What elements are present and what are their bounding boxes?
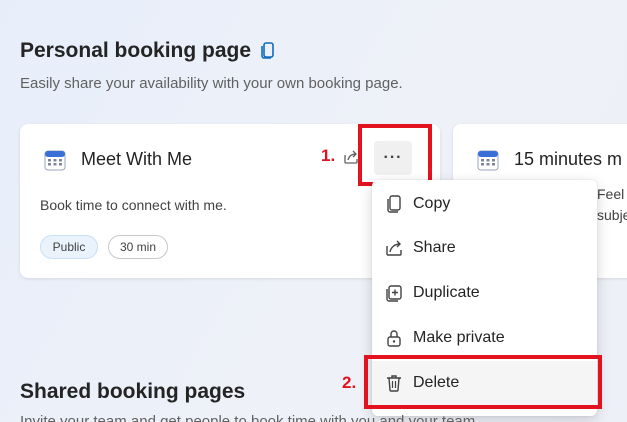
personal-section-title: Personal booking page bbox=[20, 39, 277, 63]
menu-item-label: Share bbox=[413, 239, 456, 256]
lock-icon bbox=[387, 330, 401, 347]
personal-title-text: Personal booking page bbox=[20, 39, 252, 62]
menu-item-make-private[interactable]: Make private bbox=[372, 316, 597, 360]
menu-item-share[interactable]: Share bbox=[372, 226, 597, 270]
menu-item-label: Make private bbox=[413, 329, 505, 346]
menu-item-label: Copy bbox=[413, 195, 451, 212]
shared-section-title: Shared booking pages bbox=[20, 380, 246, 403]
duplicate-icon bbox=[386, 285, 402, 302]
share-icon bbox=[386, 240, 402, 256]
card-description-line1: Feel bbox=[597, 186, 625, 202]
card-title: Meet With Me bbox=[81, 149, 193, 169]
card-description-line2: subje bbox=[597, 207, 627, 223]
copy-icon bbox=[387, 195, 401, 213]
calendar-icon bbox=[44, 150, 66, 171]
visibility-badge: Public bbox=[40, 235, 98, 259]
calendar-icon bbox=[477, 150, 499, 171]
menu-item-copy[interactable]: Copy bbox=[372, 182, 597, 226]
shared-subtitle: Invite your team and get people to book … bbox=[20, 413, 476, 422]
highlight-box-more bbox=[358, 124, 432, 186]
menu-item-label: Duplicate bbox=[413, 284, 480, 301]
menu-item-duplicate[interactable]: Duplicate bbox=[372, 271, 597, 315]
highlight-box-delete bbox=[364, 355, 602, 409]
copy-link-icon[interactable] bbox=[259, 41, 277, 61]
step-2-label: 2. bbox=[342, 373, 357, 392]
duration-badge: 30 min bbox=[108, 235, 168, 259]
personal-subtitle: Easily share your availability with your… bbox=[20, 75, 403, 92]
card-title: 15 minutes m bbox=[514, 149, 623, 169]
step-1-label: 1. bbox=[321, 146, 336, 165]
card-description: Book time to connect with me. bbox=[40, 197, 227, 213]
share-icon[interactable] bbox=[343, 149, 359, 165]
